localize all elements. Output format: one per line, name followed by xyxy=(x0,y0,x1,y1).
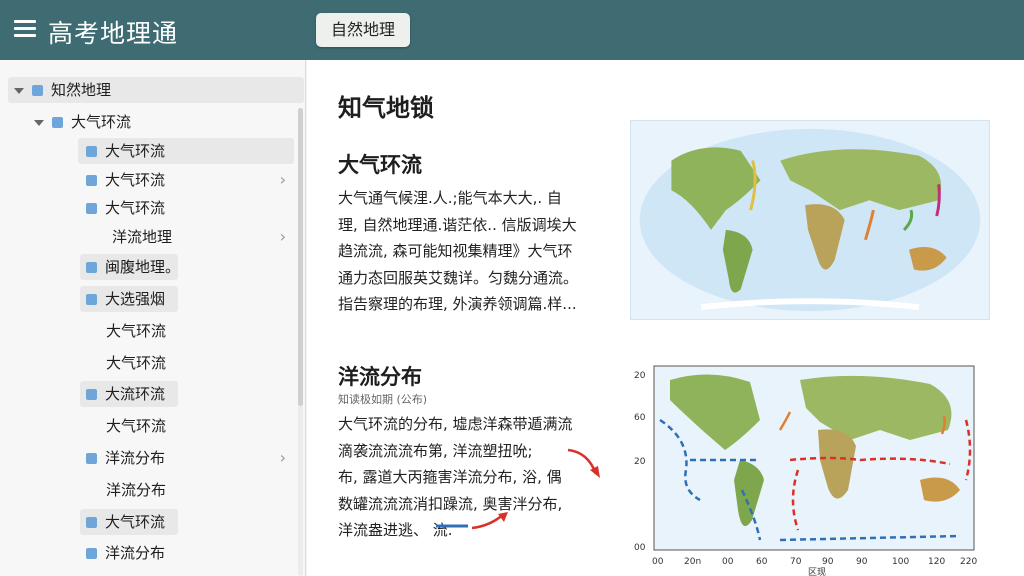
tree-item-label: 大气环流 xyxy=(105,199,166,217)
tree-item-leaf[interactable]: 大气环流 xyxy=(106,318,256,344)
folder-square-icon xyxy=(32,85,43,96)
tree-item-label: 洋流分布 xyxy=(106,481,167,499)
sidebar-scrollbar[interactable] xyxy=(298,108,303,406)
tree-item-leaf[interactable]: 洋流地理 › xyxy=(112,224,286,250)
paragraph-line: 大气环流的分布, 墟虑洋森带遁满流 xyxy=(338,415,573,433)
y-tick-label: 00 xyxy=(634,543,646,553)
chevron-right-icon[interactable]: › xyxy=(280,167,286,193)
item-square-icon xyxy=(86,294,97,305)
paragraph-line: 理, 自然地理通.谐茫依.. 信版调埃大 xyxy=(338,215,577,234)
natural-geography-button[interactable]: 自然地理 xyxy=(316,13,410,47)
y-tick-label: 20 xyxy=(634,371,646,381)
tree-item-leaf[interactable]: 大气环流 xyxy=(106,413,256,439)
tree-item-label: 洋流分布 xyxy=(105,544,166,562)
tree-item-label: 大气环流 xyxy=(106,354,167,372)
item-square-icon xyxy=(86,146,97,157)
tree-item-leaf[interactable]: 大气环流 xyxy=(106,350,256,376)
item-square-icon xyxy=(86,262,97,273)
x-tick-label: 00 xyxy=(722,557,734,567)
tree-item-leaf[interactable]: 大气环流 xyxy=(80,509,178,535)
tree-item-label: 闽腹地理。 xyxy=(105,258,181,276)
tree-item-leaf[interactable]: 大选强烟 xyxy=(80,286,178,312)
tree-item-label: 大气环流 xyxy=(105,171,166,189)
expand-caret-icon[interactable] xyxy=(34,119,44,126)
tree-item-label: 大气环流 xyxy=(71,113,132,131)
tree-item-label: 大气环流 xyxy=(106,417,167,435)
header-bar: 高考地理通 自然地理 xyxy=(0,0,1024,60)
x-tick-label: 70 xyxy=(790,557,802,567)
page-title: 知气地锁 xyxy=(338,94,434,122)
item-square-icon xyxy=(86,453,97,464)
item-square-icon xyxy=(86,203,97,214)
tree-item-label: 大气环流 xyxy=(106,322,167,340)
ocean-currents-map: 20 60 20 00 00 20n 00 60 70 90 90 100 12… xyxy=(634,365,977,576)
section-subtitle: 知读极如期 (公布) xyxy=(338,393,428,406)
inline-arrows xyxy=(567,448,600,478)
inline-arrows-bottom xyxy=(436,512,508,530)
tree-item-root[interactable]: 知然地理 xyxy=(8,77,304,103)
tree-item-label: 大气环流 xyxy=(105,513,166,531)
paragraph-line: 指告察理的布理, 外演养领调篇.样... xyxy=(338,295,577,313)
tree-item-atmosphere[interactable]: 大气环流 xyxy=(34,109,274,135)
menu-icon[interactable] xyxy=(14,20,36,38)
x-axis-label: 区现 xyxy=(808,567,826,576)
chevron-right-icon[interactable]: › xyxy=(280,224,286,250)
paragraph-line: 趋流流, 森可能知视集精理》大气环 xyxy=(338,242,573,260)
world-map-atmosphere xyxy=(630,120,990,320)
tree-item-leaf[interactable]: 洋流分布 › xyxy=(86,445,286,471)
tree-item-leaf[interactable]: 大流环流 xyxy=(80,381,178,407)
x-tick-label: 100 xyxy=(892,557,909,567)
paragraph-line: 通力态回服英艾魏详。匀魏分通流。 xyxy=(338,268,579,287)
tree-item-leaf[interactable]: 洋流分布 xyxy=(86,540,286,566)
item-square-icon xyxy=(86,517,97,528)
y-tick-label: 60 xyxy=(634,413,646,423)
tree-item-leaf[interactable]: 大气环流 › xyxy=(86,167,286,193)
x-tick-label: 00 xyxy=(652,557,664,567)
x-tick-label: 20n xyxy=(684,557,701,567)
folder-square-icon xyxy=(52,117,63,128)
tree-item-leaf[interactable]: 大气环流 xyxy=(86,195,286,221)
tree-item-leaf[interactable]: 洋流分布 xyxy=(106,477,256,503)
tree-item-leaf[interactable]: 闽腹地理。 xyxy=(80,254,181,280)
app-title: 高考地理通 xyxy=(48,19,179,48)
x-tick-label: 120 xyxy=(928,557,945,567)
section-title-currents: 洋流分布 xyxy=(338,365,422,389)
expand-caret-icon[interactable] xyxy=(14,87,24,94)
item-square-icon xyxy=(86,389,97,400)
y-tick-label: 20 xyxy=(634,457,646,467)
tree-item-label: 知然地理 xyxy=(51,81,112,99)
x-tick-label: 90 xyxy=(856,557,868,567)
section-title-atmosphere: 大气环流 xyxy=(338,153,422,177)
section-paragraph: 大气通气候浬.人.;能气本大大,. 自 理, 自然地理通.谐茫依.. 信版调埃大… xyxy=(338,185,620,318)
tree-item-label: 洋流分布 xyxy=(105,449,166,467)
tree-item-label: 大流环流 xyxy=(105,385,166,403)
chevron-right-icon[interactable]: › xyxy=(280,445,286,471)
paragraph-line: 大气通气候浬.人.;能气本大大,. 自 xyxy=(338,189,562,207)
tree-item-label: 大选强烟 xyxy=(105,290,166,308)
tree-item-label: 洋流地理 xyxy=(112,228,173,246)
item-square-icon xyxy=(86,548,97,559)
x-tick-label: 60 xyxy=(756,557,768,567)
tree-item-label: 大气环流 xyxy=(105,142,166,160)
item-square-icon xyxy=(86,175,97,186)
x-tick-label: 220 xyxy=(960,557,977,567)
x-tick-label: 90 xyxy=(822,557,834,567)
arrowhead-icon xyxy=(590,466,600,478)
tree-item-leaf[interactable]: 大气环流 xyxy=(78,138,294,164)
warm-current-arrow-icon xyxy=(471,513,505,530)
